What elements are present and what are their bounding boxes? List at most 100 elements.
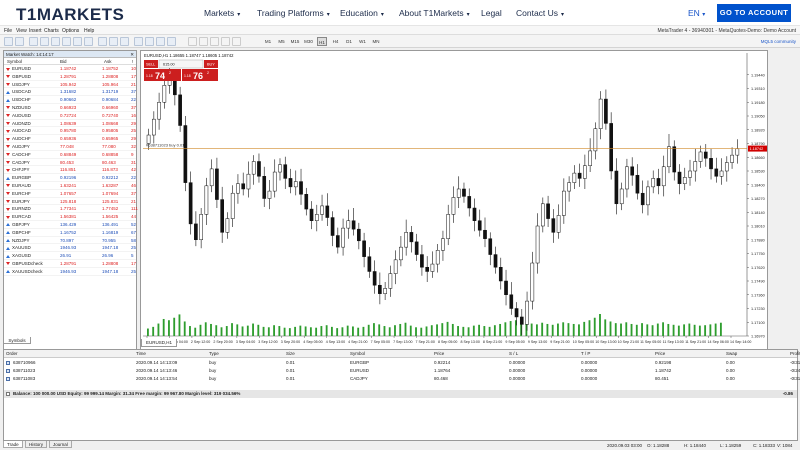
nav-item-3[interactable]: About T1Markets ▾ xyxy=(399,0,470,26)
timeframe-h1[interactable]: H1 xyxy=(317,37,327,46)
market-watch-row[interactable]: EURJPY 125.818 125.831 21 xyxy=(4,198,136,206)
bar-chart-icon[interactable] xyxy=(134,37,143,46)
market-watch-row[interactable]: AUDNZD 1.08639 1.08668 29 xyxy=(4,120,136,128)
col-price-5[interactable]: Price xyxy=(434,350,444,358)
market-watch-row[interactable]: XAGUSD 26.91 26.96 5 xyxy=(4,252,136,260)
market-watch-row[interactable]: NZDJPY 70.897 70.955 58 xyxy=(4,237,136,245)
menu-view[interactable]: View xyxy=(16,28,27,34)
navigator-icon[interactable] xyxy=(51,37,60,46)
crosshair-icon[interactable] xyxy=(167,37,176,46)
candles-icon[interactable] xyxy=(145,37,154,46)
nav-item-0[interactable]: Markets ▾ xyxy=(204,0,240,26)
nav-item-5[interactable]: Contact Us ▾ xyxy=(516,0,564,26)
market-watch-icon[interactable] xyxy=(29,37,38,46)
nav-item-2[interactable]: Education ▾ xyxy=(340,0,384,26)
tab-chart-eurusd[interactable]: EURUSD,H1 xyxy=(141,339,177,347)
market-watch-row[interactable]: XAUUSD 1946.93 1947.18 25 xyxy=(4,244,136,253)
market-watch-row[interactable]: EURCAD 1.56381 1.56425 44 xyxy=(4,213,136,221)
market-watch-row[interactable]: USDCHF 0.90662 0.90684 22 xyxy=(4,96,136,104)
market-watch-row[interactable]: CHFJPY 116.851 116.873 42 xyxy=(4,166,136,175)
menu-options[interactable]: Options xyxy=(62,28,79,34)
market-watch-row[interactable]: GBPUSDcheck 1.28791 1.28808 17 xyxy=(4,260,136,268)
profiles-icon[interactable] xyxy=(15,37,24,46)
col-bid[interactable]: Bid xyxy=(60,58,67,65)
market-watch-row[interactable]: EURNZD 1.77341 1.77452 111 xyxy=(4,205,138,214)
order-row[interactable]: 638711083 2020.09.14 14:13:54 buy 0.01 CADJP… xyxy=(4,375,800,383)
market-watch-row[interactable]: EURAUD 1.63241 1.63287 46 xyxy=(4,182,136,190)
one-click-panel[interactable]: SELL 615.00 BUY1.18 74 21.18 76 2 xyxy=(144,59,218,81)
market-watch-row[interactable]: GBPCHF 1.16752 1.16819 67 xyxy=(4,229,136,237)
market-watch-row[interactable]: EURCHF 1.07657 1.07694 37 xyxy=(4,190,136,198)
col-order-0[interactable]: Order xyxy=(6,350,18,358)
market-watch-row[interactable]: AUDCAD 0.95780 0.95805 25 xyxy=(4,127,136,136)
timeframe-w1[interactable]: W1 xyxy=(358,37,368,46)
nav-item-4[interactable]: Legal xyxy=(481,0,502,26)
tile-icon[interactable] xyxy=(120,37,129,46)
arrow-icon[interactable] xyxy=(232,37,241,46)
col-type-2[interactable]: Type xyxy=(209,350,219,358)
order-row[interactable]: 638710966 2020.09.14 14:13:09 buy 0.01 EURGB… xyxy=(4,359,800,367)
new-order-icon[interactable] xyxy=(4,37,13,46)
col-time-1[interactable]: Time xyxy=(136,350,146,358)
menu-help[interactable]: Help xyxy=(84,28,94,34)
close-order-icon[interactable]: ✕ xyxy=(792,375,796,383)
strategy-tester-icon[interactable] xyxy=(73,37,82,46)
col-symbol-4[interactable]: Symbol xyxy=(350,350,365,358)
timeframe-m15[interactable]: M15 xyxy=(290,37,300,46)
menu-insert[interactable]: Insert xyxy=(29,28,42,34)
timeframe-m5[interactable]: M5 xyxy=(277,37,287,46)
timeframe-mn[interactable]: MN xyxy=(371,37,381,46)
timeframe-d1[interactable]: D1 xyxy=(344,37,354,46)
close-order-icon[interactable]: ✕ xyxy=(792,367,796,375)
market-watch-row[interactable]: USDJPY 105.942 105.964 21 xyxy=(4,81,136,89)
market-watch-row[interactable]: AUDJPY 77.048 77.080 32 xyxy=(4,143,136,151)
market-watch-row[interactable]: GBPUSD 1.28791 1.28808 17 xyxy=(4,73,136,81)
order-row[interactable]: 638711023 2020.09.14 14:13:46 buy 0.01 EURUS… xyxy=(4,367,800,375)
market-watch-row[interactable]: EURGBP 0.92196 0.92212 22 xyxy=(4,174,136,182)
language-selector[interactable]: EN ▾ xyxy=(688,8,705,18)
horizontal-line-icon[interactable] xyxy=(199,37,208,46)
market-watch-row[interactable]: GBPJPY 136.429 136.491 52 xyxy=(4,221,136,229)
line-chart-icon[interactable] xyxy=(156,37,165,46)
timeframe-m1[interactable]: M1 xyxy=(263,37,273,46)
col-sl-6[interactable]: S / L xyxy=(509,350,518,358)
data-window-icon[interactable] xyxy=(40,37,49,46)
col-symbol[interactable]: Symbol xyxy=(7,58,22,65)
col-size-3[interactable]: Size xyxy=(286,350,295,358)
auto-trading-icon[interactable] xyxy=(84,37,93,46)
market-watch-row[interactable]: CADJPY 80.453 80.463 31 xyxy=(4,159,136,167)
col-price-8[interactable]: Price xyxy=(655,350,665,358)
timeframe-m30[interactable]: M30 xyxy=(304,37,314,46)
col-swap-9[interactable]: Swap xyxy=(726,350,737,358)
market-watch-row[interactable]: XAUUSDcheck 1946.93 1947.18 25 xyxy=(4,268,136,276)
col-tp-7[interactable]: T / P xyxy=(581,350,590,358)
order-size: 0.01 xyxy=(286,368,295,373)
vertical-line-icon[interactable] xyxy=(188,37,197,46)
market-watch-row[interactable]: CADCHF 0.68849 0.68858 9 xyxy=(4,151,136,159)
timeframe-h4[interactable]: H4 xyxy=(331,37,341,46)
trendline-icon[interactable] xyxy=(210,37,219,46)
col-spread[interactable]: ! xyxy=(132,58,133,65)
market-watch-row[interactable]: NZDUSD 0.66923 0.66960 37 xyxy=(4,104,136,112)
market-watch-row[interactable]: USDCAD 1.31682 1.31719 37 xyxy=(4,88,136,97)
text-icon[interactable] xyxy=(221,37,230,46)
menu-file[interactable]: File xyxy=(4,28,12,34)
market-watch-row[interactable]: AUDUSD 0.72724 0.72740 16 xyxy=(4,112,136,120)
terminal-icon[interactable] xyxy=(62,37,71,46)
market-watch-row[interactable]: EURUSD 1.18742 1.18752 10 xyxy=(4,65,136,73)
price-chart[interactable]: 1.194401.193101.191801.190501.189201.187… xyxy=(141,51,767,362)
close-order-icon[interactable]: ✕ xyxy=(792,359,796,367)
tab-symbols[interactable]: Symbols xyxy=(3,337,31,344)
menu-charts[interactable]: Charts xyxy=(44,28,59,34)
zoom-out-icon[interactable] xyxy=(109,37,118,46)
go-to-account-button[interactable]: GO TO ACCOUNT xyxy=(717,4,791,22)
market-watch-row[interactable]: AUDCHF 0.65936 0.65965 29 xyxy=(4,135,136,143)
zoom-in-icon[interactable] xyxy=(98,37,107,46)
close-icon[interactable]: ✕ xyxy=(130,51,134,58)
t1markets-logo[interactable]: T1MARKETS xyxy=(16,5,124,25)
mql5-community-link[interactable]: MQL5 community xyxy=(761,39,796,44)
nav-item-1[interactable]: Trading Platforms ▾ xyxy=(257,0,330,26)
chart-window[interactable]: 1.19440 1.19310 1.19180 1.19050 1.18920 1.187… xyxy=(140,50,768,363)
col-profit-10[interactable]: Profit xyxy=(790,350,800,358)
col-ask[interactable]: Ask xyxy=(104,58,112,65)
